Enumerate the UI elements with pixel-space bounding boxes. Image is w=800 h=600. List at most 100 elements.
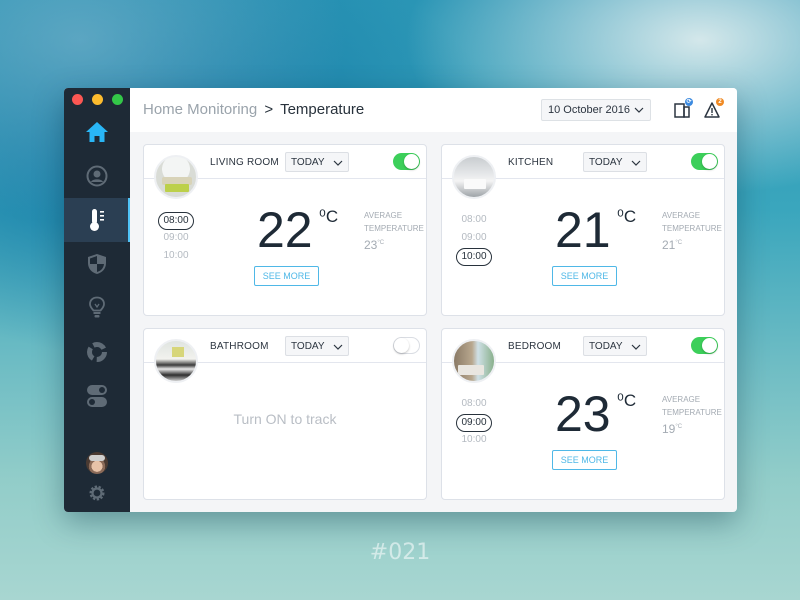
photo-counter-shape [464, 179, 486, 189]
room-toggle[interactable] [691, 153, 718, 170]
app-window: Home Monitoring > Temperature 10 October… [64, 88, 737, 512]
time-option[interactable]: 09:00 [456, 230, 492, 248]
breadcrumb-parent[interactable]: Home Monitoring [143, 101, 257, 118]
photo-window-shape [172, 347, 184, 357]
avg-label: AVERAGE [364, 211, 403, 220]
avg-unit: °C [377, 240, 385, 246]
toggle-knob [702, 154, 717, 169]
turn-on-placeholder: Turn ON to track [233, 411, 337, 427]
date-select[interactable]: 10 October 2016 [541, 99, 651, 121]
toggle-knob [702, 338, 717, 353]
time-option[interactable]: 09:00 [456, 414, 492, 432]
chevron-down-icon [631, 344, 641, 350]
time-option[interactable]: 10:00 [158, 248, 194, 266]
sidebar [64, 88, 130, 512]
shot-number-label: #021 [369, 540, 431, 565]
time-option[interactable]: 10:00 [456, 248, 492, 266]
time-option[interactable]: 08:00 [158, 212, 194, 230]
chevron-down-icon [634, 107, 644, 113]
home-icon [86, 122, 108, 142]
avg-label: TEMPERATURE [662, 224, 722, 233]
room-name: LIVING ROOM [210, 157, 279, 168]
room-card-bathroom: BATHROOM TODAY Turn ON to track [143, 328, 427, 500]
room-card-kitchen: KITCHEN TODAY 08:00 09:00 10:00 21 ⁰C AV… [441, 144, 725, 316]
user-circle-icon [86, 165, 108, 187]
lightbulb-icon [89, 296, 105, 318]
card-header: LIVING ROOM TODAY [144, 145, 426, 199]
thermometer-icon [90, 209, 104, 231]
time-option[interactable]: 08:00 [456, 212, 492, 230]
average-temperature: AVERAGE TEMPERATURE 19°C [662, 393, 722, 436]
current-temperature: 23 [555, 386, 611, 442]
sync-badge-icon: ⟳ [685, 98, 693, 106]
period-select-value: TODAY [589, 341, 623, 352]
period-select[interactable]: TODAY [285, 152, 349, 172]
room-name: KITCHEN [508, 157, 554, 168]
breadcrumb: Home Monitoring > Temperature [143, 101, 364, 118]
sidebar-item-profile[interactable] [64, 154, 130, 198]
current-temperature: 22 [257, 202, 313, 258]
period-select[interactable]: TODAY [583, 152, 647, 172]
maximize-window-button[interactable] [112, 94, 123, 105]
see-more-button[interactable]: SEE MORE [552, 266, 617, 286]
breadcrumb-current: Temperature [280, 101, 365, 118]
room-toggle[interactable] [393, 153, 420, 170]
sidebar-item-lighting[interactable] [64, 286, 130, 330]
avg-value: 21 [662, 238, 676, 252]
sidebar-item-energy[interactable] [64, 330, 130, 374]
time-option[interactable]: 09:00 [158, 230, 194, 248]
photo-bench-shape [165, 184, 189, 192]
alerts-count-badge: 2 [716, 98, 724, 106]
time-list: 08:00 09:00 10:00 [456, 396, 492, 450]
period-select-value: TODAY [291, 341, 325, 352]
room-name: BATHROOM [210, 341, 269, 352]
main-content: Home Monitoring > Temperature 10 October… [130, 88, 737, 512]
see-more-button[interactable]: SEE MORE [254, 266, 319, 286]
card-header: KITCHEN TODAY [442, 145, 724, 199]
chevron-down-icon [333, 160, 343, 166]
avg-label: AVERAGE [662, 395, 701, 404]
chevron-down-icon [333, 344, 343, 350]
switches-icon [87, 385, 107, 407]
toggle-knob [394, 338, 409, 353]
period-select-value: TODAY [291, 157, 325, 168]
avg-label: TEMPERATURE [364, 224, 424, 233]
avg-unit: °C [675, 424, 683, 430]
room-photo-living-room [154, 155, 198, 199]
avatar-hat-shape [89, 455, 105, 461]
avg-label: AVERAGE [662, 211, 701, 220]
current-temperature: 21 [555, 202, 611, 258]
avg-value: 19 [662, 422, 676, 436]
shield-icon [88, 254, 106, 274]
period-select[interactable]: TODAY [285, 336, 349, 356]
gear-icon [89, 485, 105, 501]
room-toggle[interactable] [691, 337, 718, 354]
minimize-window-button[interactable] [92, 94, 103, 105]
sidebar-item-settings-switches[interactable] [64, 374, 130, 418]
time-option[interactable]: 08:00 [456, 396, 492, 414]
avg-unit: °C [675, 240, 683, 246]
time-option[interactable]: 10:00 [456, 432, 492, 450]
sidebar-item-security[interactable] [64, 242, 130, 286]
card-header: BATHROOM TODAY [144, 329, 426, 383]
date-select-value: 10 October 2016 [548, 104, 630, 116]
close-window-button[interactable] [72, 94, 83, 105]
room-toggle[interactable] [393, 337, 420, 354]
photo-bed-shape [458, 365, 484, 375]
sidebar-settings-button[interactable] [88, 484, 106, 502]
alerts-button[interactable]: 2 [704, 98, 724, 120]
period-select[interactable]: TODAY [583, 336, 647, 356]
sidebar-item-temperature[interactable] [64, 198, 130, 242]
sidebar-item-home[interactable] [64, 110, 130, 154]
room-card-bedroom: BEDROOM TODAY 08:00 09:00 10:00 23 ⁰C AV… [441, 328, 725, 500]
see-more-button[interactable]: SEE MORE [552, 450, 617, 470]
toggle-knob [404, 154, 419, 169]
user-avatar[interactable] [86, 452, 108, 474]
temperature-unit: ⁰C [617, 391, 637, 410]
temperature-unit: ⁰C [617, 207, 637, 226]
ring-chart-icon [87, 342, 107, 362]
average-temperature: AVERAGE TEMPERATURE 23°C [364, 209, 424, 252]
average-temperature: AVERAGE TEMPERATURE 21°C [662, 209, 722, 252]
devices-button[interactable]: ⟳ [674, 98, 694, 120]
time-list: 08:00 09:00 10:00 [456, 212, 492, 266]
